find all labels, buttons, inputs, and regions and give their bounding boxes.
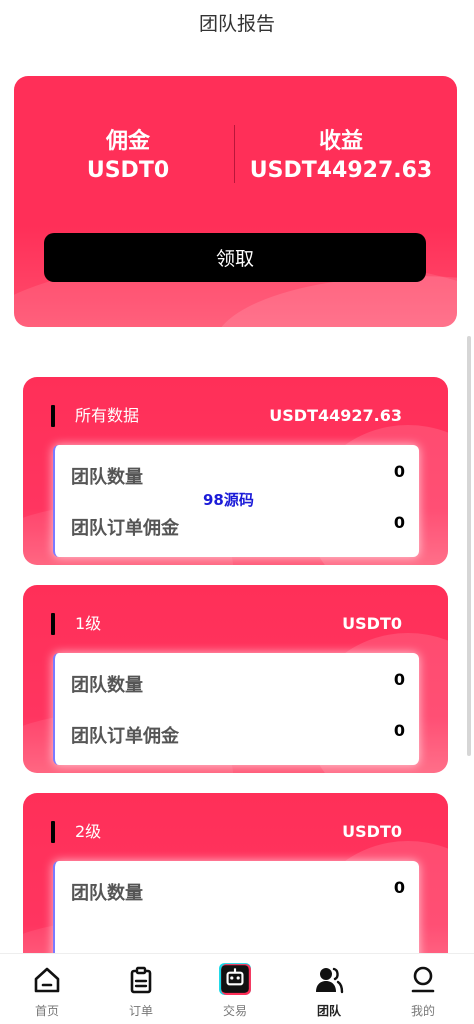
- section-marker: [51, 613, 55, 635]
- commission-label: 佣金: [105, 129, 150, 154]
- tab-label: 首页: [34, 1004, 59, 1018]
- watermark-text: 98源码: [203, 491, 254, 509]
- scrollbar[interactable]: [467, 336, 471, 756]
- section-title: 2级: [75, 822, 102, 841]
- section-header: 1级 USDT0: [23, 611, 448, 637]
- claim-button[interactable]: 领取: [44, 233, 426, 282]
- earnings-value: USDT44927.63: [249, 158, 433, 183]
- section-all-data: 所有数据 USDT44927.63 团队数量 0 98源码 团队订单佣金 0: [23, 377, 448, 565]
- top-bar: 团队报告: [0, 0, 474, 44]
- team-commission-row: 团队订单佣金 0: [71, 513, 405, 544]
- section-header: 2级 USDT0: [23, 819, 448, 845]
- section-amount: USDT44927.63: [269, 406, 402, 425]
- team-count-row: 团队数量 0: [71, 878, 405, 909]
- section-title: 1级: [75, 614, 102, 633]
- tab-label: 我的: [410, 1004, 435, 1018]
- team-count-label: 团队数量: [71, 467, 143, 488]
- stat-divider: [234, 125, 235, 183]
- tab-orders[interactable]: 订单: [94, 954, 188, 1024]
- commission-stat: 佣金 USDT0: [28, 128, 228, 186]
- robot-icon: [219, 963, 251, 995]
- earnings-stat: 收益 USDT44927.63: [241, 128, 441, 186]
- team-count-value: 0: [393, 878, 405, 897]
- team-commission-value: 0: [393, 513, 405, 532]
- home-icon: [34, 967, 60, 993]
- bottom-tab-bar: 首页 订单 交易 团队 我的: [0, 953, 474, 1024]
- team-count-label: 团队数量: [71, 675, 143, 696]
- section-marker: [51, 405, 55, 427]
- commission-value: USDT0: [86, 158, 170, 183]
- section-header: 所有数据 USDT44927.63: [23, 403, 448, 429]
- team-count-row: 团队数量 0: [71, 670, 405, 701]
- section-level-1: 1级 USDT0 团队数量 0 团队订单佣金 0: [23, 585, 448, 773]
- section-stats-panel: 团队数量 0 团队订单佣金 0: [53, 653, 419, 765]
- tab-label: 团队: [316, 1004, 341, 1018]
- team-commission-label: 团队订单佣金: [71, 726, 179, 747]
- team-commission-value: 0: [393, 721, 405, 740]
- earnings-label: 收益: [318, 129, 363, 154]
- team-commission-row: 团队订单佣金 0: [71, 721, 405, 752]
- section-title: 所有数据: [75, 406, 140, 425]
- summary-card: 佣金 USDT0 收益 USDT44927.63 领取: [14, 76, 457, 327]
- clipboard-icon: [130, 966, 152, 994]
- team-count-label: 团队数量: [71, 883, 143, 904]
- tab-label: 订单: [128, 1004, 153, 1018]
- team-count-value: 0: [393, 462, 405, 481]
- tab-label: 交易: [222, 1004, 247, 1018]
- tab-profile[interactable]: 我的: [376, 954, 470, 1024]
- section-amount: USDT0: [342, 822, 402, 841]
- team-commission-label: 团队订单佣金: [71, 518, 179, 539]
- tab-home[interactable]: 首页: [0, 954, 94, 1024]
- team-count-value: 0: [393, 670, 405, 689]
- section-stats-panel: 团队数量 0 98源码 团队订单佣金 0: [53, 445, 419, 557]
- section-marker: [51, 821, 55, 843]
- tab-team[interactable]: 团队: [282, 954, 376, 1024]
- page-title: 团队报告: [198, 12, 275, 35]
- team-icon: [316, 967, 344, 994]
- section-amount: USDT0: [342, 614, 402, 633]
- tab-trade[interactable]: 交易: [188, 954, 282, 1024]
- profile-icon: [411, 966, 435, 993]
